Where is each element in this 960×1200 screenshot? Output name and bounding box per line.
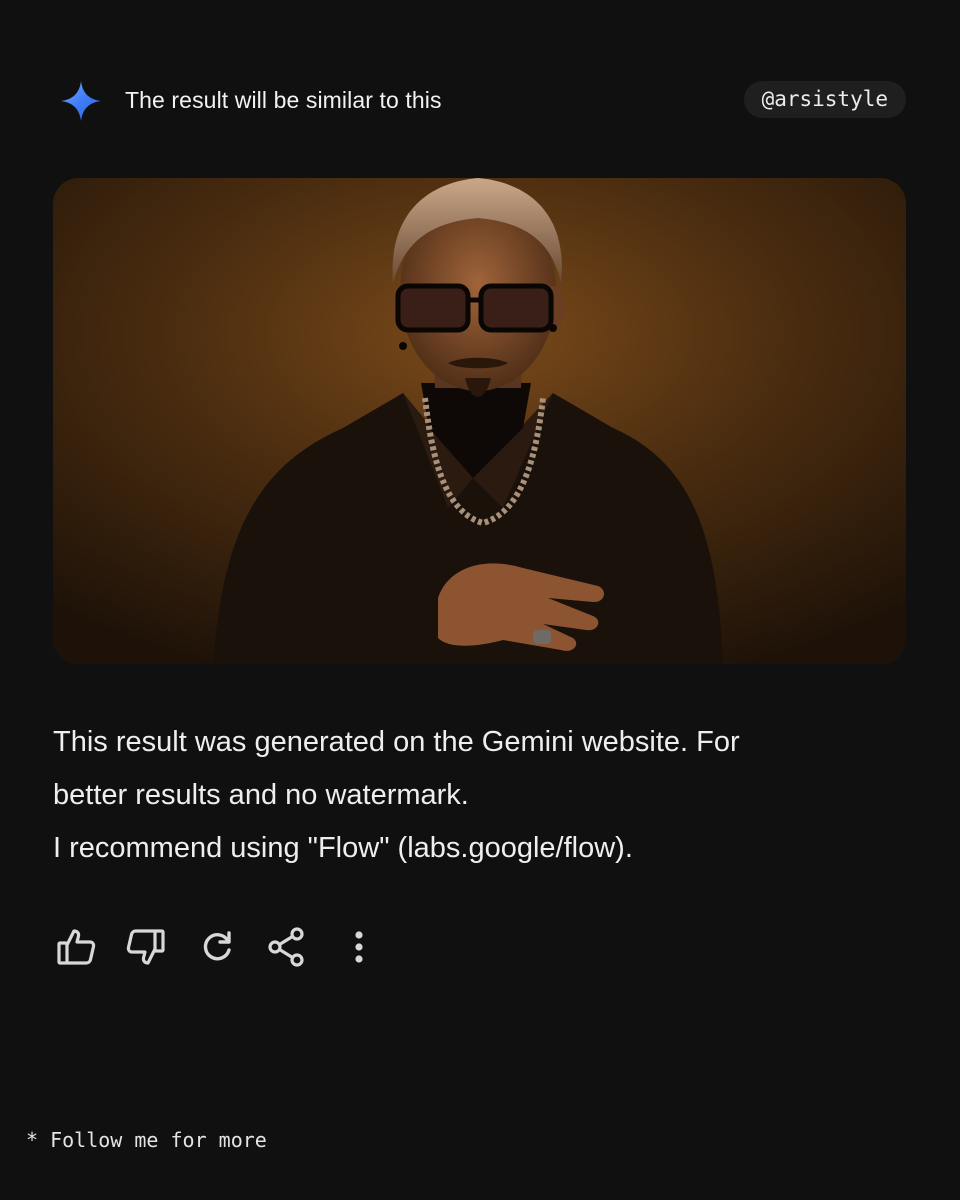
follow-note: * Follow me for more (26, 1128, 267, 1152)
regenerate-icon (203, 931, 231, 961)
generated-portrait-image (53, 178, 906, 664)
more-vert-icon (355, 931, 363, 963)
regenerate-button[interactable] (194, 924, 240, 970)
message-line: I recommend using "Flow" (labs.google/fl… (53, 832, 633, 864)
response-message: This result was generated on the Gemini … (53, 716, 833, 875)
thumbs-down-icon (126, 929, 165, 965)
message-line: better results and no watermark. (53, 779, 469, 811)
response-header: The result will be similar to this @arsi… (60, 78, 906, 122)
share-button[interactable] (263, 924, 309, 970)
message-line: This result was generated on the Gemini … (53, 726, 740, 758)
thumbs-up-icon (57, 929, 96, 965)
more-options-button[interactable] (336, 924, 382, 970)
author-handle-badge: @arsistyle (743, 81, 906, 118)
thumbs-up-button[interactable] (53, 924, 99, 970)
thumbs-down-button[interactable] (123, 924, 169, 970)
header-title: The result will be similar to this (125, 87, 442, 113)
gemini-sparkle-icon (61, 81, 101, 121)
share-icon (268, 927, 304, 967)
